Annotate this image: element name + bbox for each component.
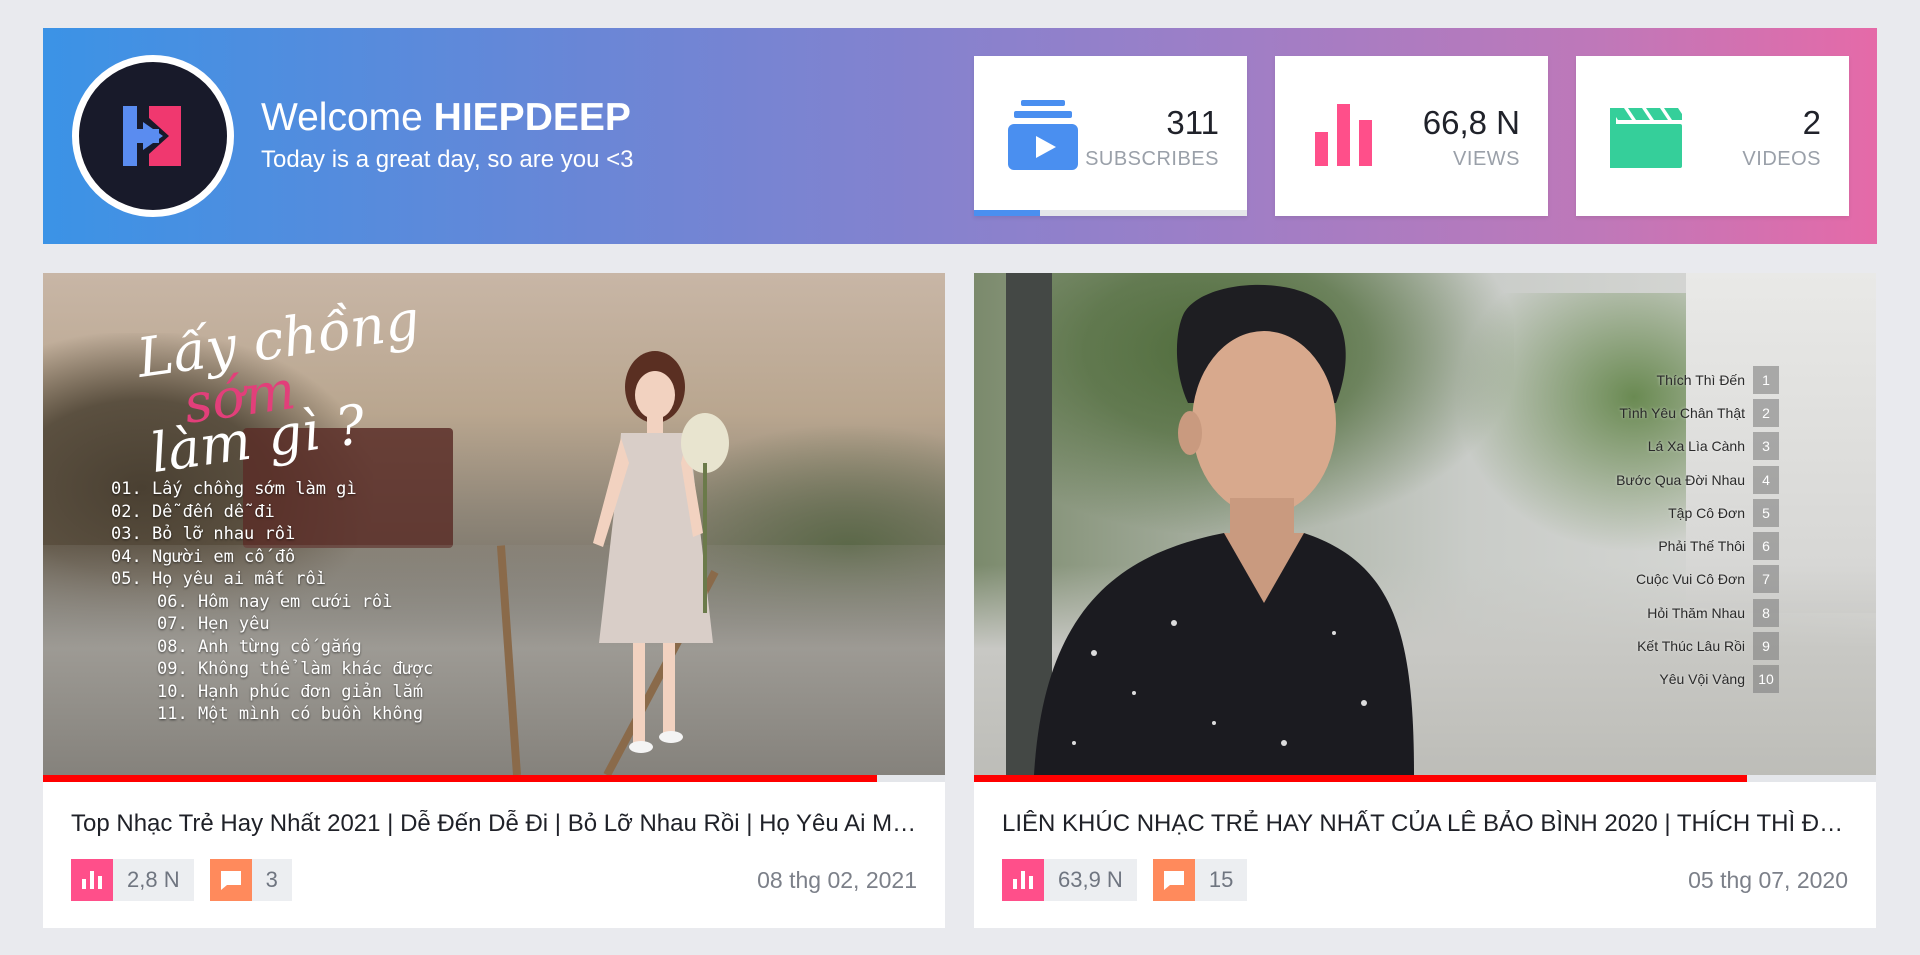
views-count: 66,8 N (1422, 104, 1520, 141)
subscribers-progress (974, 210, 1247, 216)
track-line: 10. Hạnh phúc đơn giản lắm (157, 681, 424, 702)
track-line: 04. Người em cố đô (111, 546, 296, 567)
video-title[interactable]: Top Nhạc Trẻ Hay Nhất 2021 | Dễ Đến Dễ Đ… (71, 810, 917, 838)
clapperboard-icon (1610, 108, 1682, 168)
watch-progress-bar (974, 775, 1876, 782)
username: HIEPDEEP (433, 96, 631, 139)
track-line: 09. Không thể làm khác được (157, 659, 434, 679)
comments-chip[interactable]: 3 (209, 859, 292, 901)
avatar[interactable] (72, 55, 234, 217)
video-meta: 2,8 N 3 (71, 859, 292, 901)
subscribers-progress-fill (974, 210, 1040, 216)
watch-progress-fill (43, 775, 878, 782)
song-row: Thích Thì Đến 1 (1569, 363, 1779, 396)
singer-figure (1034, 284, 1414, 775)
track-line: 06. Hôm nay em cưới rồi (157, 591, 393, 612)
track-line: 11. Một mình có buồn không (157, 704, 424, 724)
track-line: 02. Dễ đến dễ đi (111, 501, 275, 522)
video-thumbnail[interactable]: Thích Thì Đến 1 Tình Yêu Chân Thật 2 Lá Xa… (974, 273, 1876, 775)
song-row: Tập Cô Đơn 5 (1569, 496, 1779, 529)
tagline: Today is a great day, so are you <3 (261, 146, 634, 173)
views-value: 63,9 N (1044, 859, 1137, 901)
videos-label: VIDEOS (1742, 148, 1821, 170)
bar-chart-icon (71, 859, 113, 901)
comments-value: 3 (251, 859, 292, 901)
comment-icon (209, 859, 252, 901)
stat-card-views[interactable]: 66,8 N VIEWS (1275, 56, 1548, 216)
videos-count: 2 (1802, 104, 1821, 141)
video-card[interactable]: Thích Thì Đến 1 Tình Yêu Chân Thật 2 Lá Xa… (974, 273, 1876, 928)
song-row: Yêu Vội Vàng 10 (1569, 663, 1779, 696)
video-title[interactable]: LIÊN KHÚC NHẠC TRẺ HAY NHẤT CỦA LÊ BẢO B… (1002, 810, 1848, 838)
video-thumbnail[interactable]: Lấy chồng sớm làm gì ? 01. Lấy chồng sớm… (43, 273, 945, 775)
song-row: Hỏi Thăm Nhau 8 (1569, 596, 1779, 629)
subscribers-label: SUBSCRIBES (1085, 148, 1219, 170)
track-line: 01. Lấy chồng sớm làm gì (111, 479, 357, 499)
views-chip: 63,9 N (1002, 859, 1137, 901)
bar-chart-icon (1315, 104, 1372, 166)
track-line: 08. Anh từng cố gắng (157, 636, 362, 657)
stat-card-subscribers[interactable]: 311 SUBSCRIBES (974, 56, 1247, 216)
bar-chart-icon (1002, 859, 1044, 901)
watch-progress-bar (43, 775, 945, 782)
track-line: 03. Bỏ lỡ nhau rồi (111, 524, 296, 544)
welcome-text: Welcome HIEPDEEP Today is a great day, s… (261, 96, 633, 174)
song-row: Bước Qua Đời Nhau 4 (1569, 463, 1779, 496)
welcome-banner: Welcome HIEPDEEP Today is a great day, s… (43, 28, 1877, 244)
song-row: Tình Yêu Chân Thật 2 (1569, 396, 1779, 429)
watch-progress-fill (974, 775, 1747, 782)
track-line: 07. Hẹn yêu (157, 614, 270, 634)
thumbnail-songlist: Thích Thì Đến 1 Tình Yêu Chân Thật 2 Lá Xa… (1569, 363, 1779, 696)
song-row: Cuộc Vui Cô Đơn 7 (1569, 563, 1779, 596)
publish-date: 08 thg 02, 2021 (757, 867, 917, 893)
comment-icon (1152, 859, 1195, 901)
subscribers-count: 311 (1166, 104, 1219, 141)
comments-value: 15 (1194, 859, 1248, 901)
song-row: Phải Thế Thôi 6 (1569, 529, 1779, 562)
hd-logo-icon (123, 106, 181, 166)
thumbnail-tracklist: 01. Lấy chồng sớm làm gì 02. Dễ đến dễ đ… (111, 478, 433, 726)
comments-chip[interactable]: 15 (1152, 859, 1248, 901)
publish-date: 05 thg 07, 2020 (1688, 867, 1848, 893)
girl-figure (593, 351, 729, 753)
welcome-heading: Welcome HIEPDEEP (261, 96, 631, 139)
subscriptions-icon (1008, 100, 1078, 170)
video-meta: 63,9 N 15 (1002, 859, 1248, 901)
song-row: Kết Thúc Lâu Rồi 9 (1569, 629, 1779, 662)
stat-card-videos[interactable]: 2 VIDEOS (1576, 56, 1849, 216)
views-value: 2,8 N (113, 859, 194, 901)
track-line: 05. Họ yêu ai mất rồi (111, 569, 326, 589)
video-card[interactable]: Lấy chồng sớm làm gì ? 01. Lấy chồng sớm… (43, 273, 945, 928)
song-row: Lá Xa Lìa Cành 3 (1569, 430, 1779, 463)
views-chip: 2,8 N (71, 859, 194, 901)
views-label: VIEWS (1453, 148, 1520, 170)
